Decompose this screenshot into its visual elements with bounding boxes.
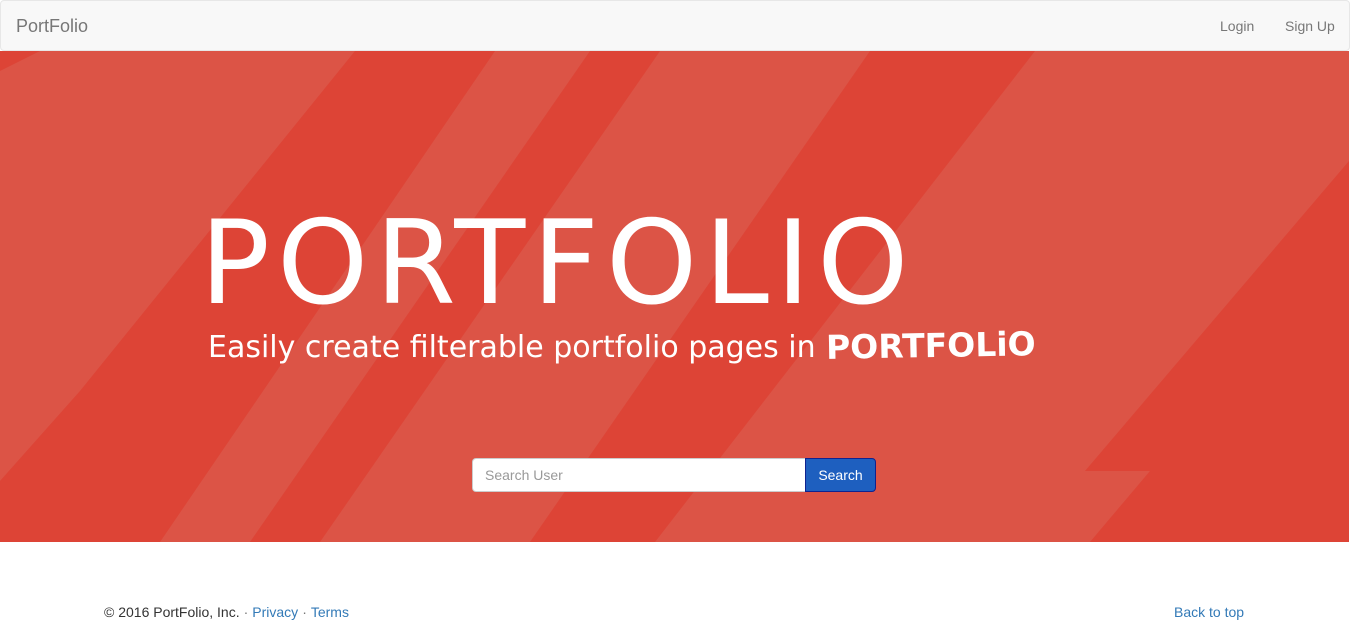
login-link[interactable]: Login: [1220, 17, 1254, 35]
hero-title: PORTFOLIO: [200, 196, 916, 331]
back-to-top-link[interactable]: Back to top: [1174, 604, 1244, 620]
copyright-text: © 2016 PortFolio, Inc.: [104, 604, 240, 620]
portfolio-logo: PORTFOLiO: [825, 324, 1036, 367]
signup-link[interactable]: Sign Up: [1285, 17, 1335, 35]
terms-link[interactable]: Terms: [311, 604, 349, 620]
hero-banner: PORTFOLIO Easily create filterable portf…: [0, 51, 1349, 542]
search-button[interactable]: Search: [805, 458, 876, 492]
page-footer: © 2016 PortFolio, Inc. · Privacy · Terms Bac…: [0, 542, 1350, 642]
hero-subtitle: Easily create filterable portfolio pages…: [208, 324, 1036, 372]
footer-separator: ·: [302, 604, 307, 620]
footer-separator: ·: [243, 604, 249, 620]
search-user-input[interactable]: [472, 458, 806, 492]
brand-link[interactable]: PortFolio: [16, 15, 88, 37]
privacy-link[interactable]: Privacy: [252, 604, 298, 620]
hero-subtitle-text: Easily create filterable portfolio pages…: [208, 330, 816, 365]
footer-copyright-row: © 2016 PortFolio, Inc. · Privacy · Terms: [104, 604, 349, 620]
top-navbar: PortFolio Login Sign Up: [0, 0, 1350, 51]
